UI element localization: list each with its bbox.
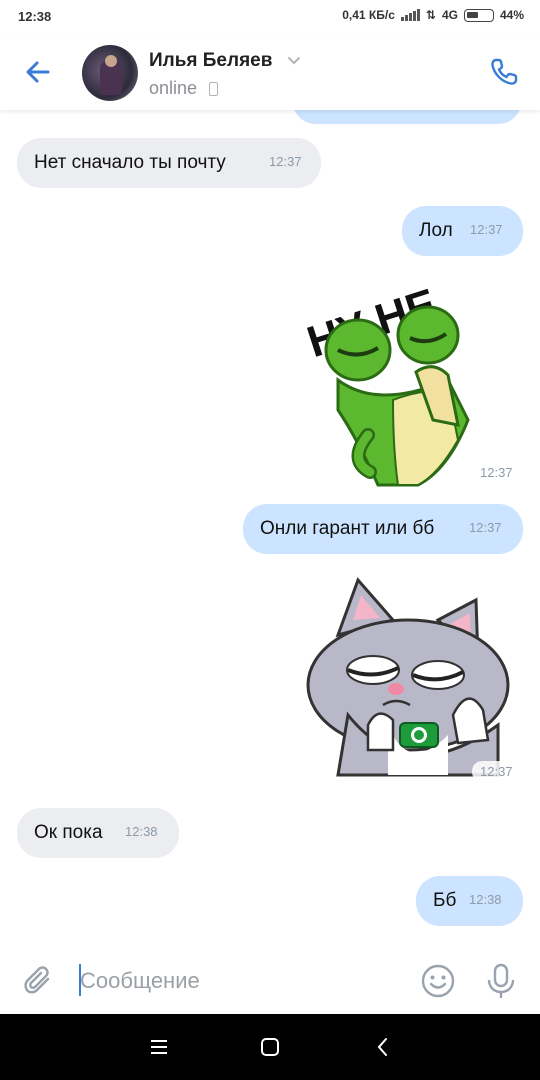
avatar[interactable] <box>82 45 138 101</box>
sticker-cat[interactable] <box>298 575 520 783</box>
message-text: Нет сначало ты почту <box>34 152 226 173</box>
sticker-frog[interactable]: НУ НЕ <box>298 260 526 496</box>
message-time: 12:37 <box>269 154 302 169</box>
frog-sticker-image: НУ НЕ <box>301 280 470 487</box>
message-bubble-incoming[interactable]: Ок пока 12:38 <box>17 808 179 858</box>
menu-icon[interactable] <box>148 1036 170 1058</box>
message-text: Ок пока <box>34 822 103 843</box>
home-icon[interactable] <box>259 1036 281 1058</box>
system-nav-bar <box>0 1014 540 1080</box>
message-text: Онли гарант или бб <box>260 518 435 539</box>
message-time: 12:37 <box>470 222 503 237</box>
nav-back-icon[interactable] <box>372 1036 394 1058</box>
phone-icon[interactable] <box>486 54 522 90</box>
status-bar: 12:38 0,41 КБ/с ⇅ 4G 44% <box>0 0 540 34</box>
message-time: 12:38 <box>125 824 158 839</box>
cat-sticker-image <box>306 577 510 777</box>
message-bubble-outgoing[interactable]: Лол 12:37 <box>402 206 523 256</box>
signal-icon <box>400 9 420 21</box>
sticker-time: 12:37 <box>472 462 521 483</box>
microphone-icon[interactable] <box>484 962 518 1000</box>
status-time: 12:38 <box>18 9 52 24</box>
status-battery: 44% <box>499 8 524 22</box>
message-bubble-incoming[interactable]: Нет сначало ты почту 12:37 <box>17 138 321 188</box>
message-input[interactable] <box>80 964 400 998</box>
paperclip-icon[interactable] <box>22 964 56 998</box>
chevron-down-icon[interactable] <box>287 56 301 66</box>
message-bubble-outgoing[interactable]: Онли гарант или бб 12:37 <box>243 504 523 554</box>
message-bubble-outgoing[interactable]: Бб 12:38 <box>416 876 523 926</box>
message-time: 12:37 <box>469 520 502 535</box>
status-right: 0,41 КБ/с ⇅ 4G 44% <box>342 8 524 22</box>
message-list[interactable]: Нет сначало ты почту 12:37 Лол 12:37 НУ … <box>0 110 540 950</box>
mobile-device-icon <box>209 82 218 96</box>
message-time: 12:38 <box>469 892 502 907</box>
status-network: 4G <box>441 8 458 22</box>
data-arrows-icon: ⇅ <box>425 8 436 22</box>
chat-header: Илья Беляев online <box>0 34 540 110</box>
status-speed: 0,41 КБ/с <box>342 8 395 22</box>
emoji-icon[interactable] <box>420 963 456 999</box>
message-bubble-partial[interactable] <box>292 110 522 124</box>
back-arrow-icon[interactable] <box>20 54 56 90</box>
message-text: Бб <box>433 890 457 911</box>
battery-icon <box>463 8 494 22</box>
message-composer <box>0 950 540 1014</box>
contact-name[interactable]: Илья Беляев <box>149 50 272 72</box>
message-text: Лол <box>419 220 453 241</box>
sticker-time: 12:37 <box>472 761 521 782</box>
contact-status: online <box>149 78 198 98</box>
